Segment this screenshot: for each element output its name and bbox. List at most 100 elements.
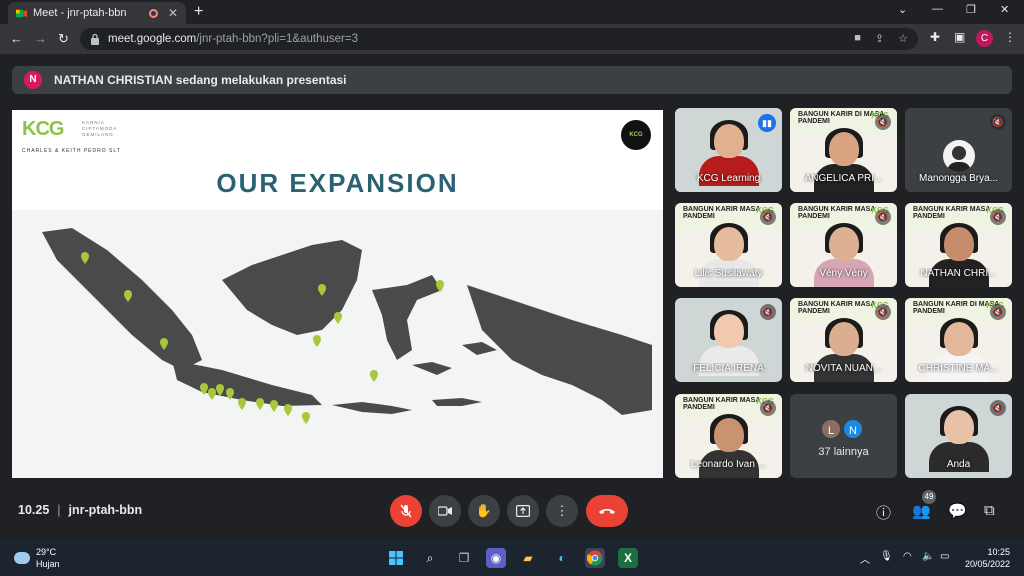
tab-close-icon[interactable]: ✕	[168, 6, 178, 20]
microphone-off-button[interactable]	[390, 495, 422, 527]
address-bar[interactable]: meet.google.com /jnr-ptah-bbn?pli=1&auth…	[80, 28, 918, 50]
more-options-button[interactable]: ⋮	[546, 495, 578, 527]
location-pin-icon	[334, 312, 342, 324]
reload-icon[interactable]: ↻	[58, 31, 69, 47]
mic-muted-icon: 🔇	[875, 114, 891, 130]
meeting-time: 10.25	[18, 503, 50, 517]
windows-taskbar: 29°C Hujan ⌕ ❐ ◉ ▰ ◐ X ︿ 🎙 ◠ 🔈 ▭ 10:25 2…	[0, 540, 1024, 576]
location-pin-icon	[238, 398, 246, 410]
mic-muted-icon: 🔇	[990, 304, 1006, 320]
participant-tile[interactable]: 🔇 FELICIA IRENA	[675, 298, 782, 382]
kcg-badge: KCG	[621, 120, 651, 150]
participant-tile[interactable]: 🔇 Manongga Brya...	[905, 108, 1012, 192]
participant-count-badge: 49	[922, 490, 936, 504]
leave-call-button[interactable]	[586, 495, 628, 527]
hang-up-icon	[599, 509, 615, 514]
tab-title: Meet - jnr-ptah-bbn	[33, 7, 127, 19]
tray-overflow-icon[interactable]: ︿	[860, 551, 870, 566]
back-icon[interactable]: ←	[10, 31, 23, 46]
bookmark-star-icon[interactable]: ☆	[898, 32, 908, 45]
mic-muted-icon: 🔇	[875, 209, 891, 225]
present-now-button[interactable]	[507, 495, 539, 527]
weather-condition: Hujan	[36, 559, 60, 569]
camera-permission-icon[interactable]: ■	[854, 32, 861, 45]
start-icon[interactable]	[386, 548, 406, 568]
mic-muted-icon: 🔇	[760, 304, 776, 320]
wifi-icon[interactable]: ◠	[903, 551, 912, 562]
presentation-banner: N NATHAN CHRISTIAN sedang melakukan pres…	[12, 66, 1012, 94]
participant-tile[interactable]: 🔇 Anda	[905, 394, 1012, 478]
meeting-controls-bar: 10.25 | jnr-ptah-bbn ✋ ⋮ ⓘ 👥 💬 ⧉	[0, 488, 1024, 536]
mic-muted-icon: 🔇	[760, 209, 776, 225]
activities-icon[interactable]: ⧉	[984, 502, 995, 519]
lock-icon	[91, 33, 99, 45]
browser-toolbar: ← → ↻ meet.google.com /jnr-ptah-bbn?pli=…	[0, 24, 1024, 54]
teams-chat-icon[interactable]: ◉	[486, 548, 506, 568]
others-tile[interactable]: L N 37 lainnya	[790, 394, 897, 478]
others-label: 37 lainnya	[818, 446, 869, 458]
new-tab-icon[interactable]: +	[194, 3, 203, 21]
search-icon[interactable]: ⌕	[420, 548, 440, 568]
presenter-avatar: N	[24, 71, 42, 89]
tray-mic-icon[interactable]: 🎙	[880, 551, 893, 562]
meeting-code: jnr-ptah-bbn	[68, 503, 143, 517]
hand-icon: ✋	[475, 503, 493, 518]
indonesia-map	[42, 228, 652, 424]
chat-icon[interactable]: 💬	[948, 502, 967, 520]
kcg-logo: KCG	[22, 118, 64, 140]
mic-muted-icon: 🔇	[990, 114, 1006, 130]
location-pin-icon	[270, 400, 278, 412]
volume-icon[interactable]: 🔈	[922, 551, 934, 562]
temperature: 29°C	[36, 547, 57, 557]
participant-tile[interactable]: BANGUN KARIR DI MASA PANDEMIKCG🔇ANGELICA…	[790, 108, 897, 192]
participant-tile[interactable]: BANGUN KARIR DI MASA PANDEMIKCG🔇CHRISTIN…	[905, 298, 1012, 382]
weather-widget[interactable]: 29°C Hujan	[14, 546, 60, 570]
brand-list: CHARLES & KEITH PEDRO SLT	[22, 148, 121, 154]
forward-icon[interactable]: →	[34, 31, 47, 46]
participant-name: Anda	[946, 459, 971, 470]
mic-off-icon	[400, 504, 412, 518]
profile-avatar[interactable]: C	[976, 30, 993, 47]
clock-date: 20/05/2022	[964, 559, 1010, 569]
location-pin-icon	[256, 398, 264, 410]
participant-tile[interactable]: BANGUN KARIR MASA PANDEMIKCG🔇Vény Vény	[790, 203, 897, 287]
presentation-slide[interactable]: KCG KARNIA CIPTAMODA GEMILANG CHARLES & …	[12, 110, 663, 478]
participant-name: NOVITA NUAN...	[805, 363, 882, 374]
tab-search-icon[interactable]: ⌄	[898, 3, 907, 16]
raise-hand-button[interactable]: ✋	[468, 495, 500, 527]
browser-tab[interactable]: Meet - jnr-ptah-bbn ✕	[8, 2, 186, 24]
window-close-icon[interactable]: ✕	[1000, 3, 1009, 16]
participant-tile[interactable]: BANGUN KARIR MASA PANDEMIKCG🔇Lilis Susil…	[675, 203, 782, 287]
meeting-details-icon[interactable]: ⓘ	[876, 502, 891, 523]
taskbar-clock[interactable]: 10:25 20/05/2022	[960, 546, 1010, 570]
share-icon[interactable]: ⇪	[875, 32, 884, 45]
browser-menu-icon[interactable]: ⋮	[1004, 30, 1016, 44]
file-explorer-icon[interactable]: ▰	[518, 548, 538, 568]
minimize-icon[interactable]: —	[932, 3, 943, 15]
people-icon[interactable]: 👥	[912, 502, 931, 520]
slide-title: OUR EXPANSION	[216, 168, 459, 198]
more-vert-icon: ⋮	[555, 503, 569, 518]
mic-muted-icon: 🔇	[990, 400, 1006, 416]
edge-icon[interactable]: ◐	[552, 548, 572, 568]
excel-icon[interactable]: X	[618, 548, 638, 568]
task-view-icon[interactable]: ❐	[454, 548, 474, 568]
participant-tile[interactable]: BANGUN KARIR MASA PANDEMIKCG🔇NOVITA NUAN…	[790, 298, 897, 382]
mic-muted-icon: 🔇	[990, 209, 1006, 225]
present-icon	[516, 505, 531, 518]
battery-icon[interactable]: ▭	[940, 551, 949, 562]
participant-name: FELICIA IRENA	[693, 363, 764, 374]
chrome-icon[interactable]	[585, 548, 605, 568]
weather-icon	[14, 552, 30, 564]
side-panel-icon[interactable]: ▣	[954, 30, 965, 44]
extensions-icon[interactable]: ✚	[930, 30, 940, 44]
restore-icon[interactable]: ❐	[966, 3, 976, 16]
participant-tile[interactable]: BANGUN KARIR MASA PANDEMIKCG🔇Leonardo Iv…	[675, 394, 782, 478]
participant-name: KCG Learning	[696, 173, 761, 184]
camera-button[interactable]	[429, 495, 461, 527]
participant-tile[interactable]: ▮▮ KCG Learning	[675, 108, 782, 192]
participant-name: Vény Vény	[819, 268, 868, 279]
participant-name: CHRISTINE MA...	[918, 363, 999, 374]
location-pin-icon	[302, 412, 310, 424]
participant-tile[interactable]: BANGUN KARIR MASA PANDEMIKCG🔇NATHAN CHRI…	[905, 203, 1012, 287]
